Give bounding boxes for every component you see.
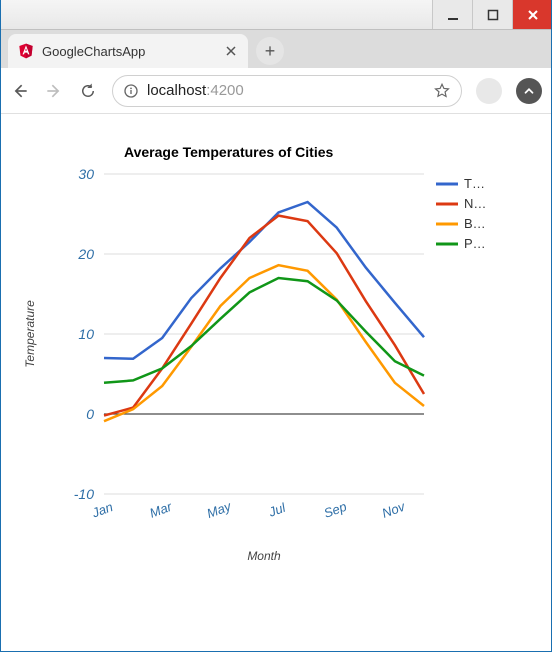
url-host: localhost [147, 82, 206, 99]
line-chart: -10 0 10 20 30 Jan Mar May Jul Sep Nov Month Tempera… [14, 164, 534, 574]
reload-icon [79, 82, 97, 100]
arrow-left-icon [10, 81, 30, 101]
svg-text:Sep: Sep [322, 499, 349, 521]
y-axis-label: Temperature [23, 300, 37, 368]
address-bar[interactable]: localhost:4200 [112, 75, 462, 107]
svg-text:Nov: Nov [380, 498, 408, 521]
svg-text:30: 30 [78, 166, 94, 182]
forward-button[interactable] [44, 81, 64, 101]
minimize-icon [446, 8, 460, 22]
svg-text:-10: -10 [74, 486, 94, 502]
site-info-icon[interactable] [123, 83, 139, 99]
url-text: localhost:4200 [147, 82, 425, 99]
svg-text:Mar: Mar [148, 499, 175, 521]
svg-text:Jan: Jan [89, 499, 115, 521]
close-button[interactable] [512, 0, 552, 29]
tab-title: GoogleChartsApp [42, 44, 216, 59]
page-content: Average Temperatures of Cities -10 0 10 20 3… [0, 114, 552, 652]
chevron-up-icon [522, 84, 536, 98]
legend-label: T… [464, 176, 485, 191]
legend-label: B… [464, 216, 486, 231]
svg-text:20: 20 [77, 246, 94, 262]
arrow-right-icon [44, 81, 64, 101]
new-tab-button[interactable]: + [256, 37, 284, 65]
series-line [104, 278, 424, 383]
browser-tab[interactable]: GoogleChartsApp [8, 34, 248, 68]
legend-label: N… [464, 196, 486, 211]
bookmark-star-icon[interactable] [433, 82, 451, 100]
url-port: :4200 [206, 82, 244, 99]
tab-close-icon[interactable] [224, 44, 238, 58]
svg-text:May: May [205, 498, 235, 521]
browser-toolbar: localhost:4200 [0, 68, 552, 114]
reload-button[interactable] [78, 81, 98, 101]
chart-container: Average Temperatures of Cities -10 0 10 20 3… [14, 144, 538, 574]
angular-icon [18, 43, 34, 59]
svg-text:0: 0 [86, 406, 94, 422]
profile-avatar-button[interactable] [476, 78, 502, 104]
series-line [104, 216, 424, 416]
svg-text:10: 10 [78, 326, 94, 342]
svg-text:Jul: Jul [266, 500, 289, 521]
back-button[interactable] [10, 81, 30, 101]
legend-label: P… [464, 236, 486, 251]
minimize-button[interactable] [432, 0, 472, 29]
maximize-button[interactable] [472, 0, 512, 29]
tab-strip: GoogleChartsApp + [0, 30, 552, 68]
chart-title: Average Temperatures of Cities [14, 144, 538, 160]
x-axis-label: Month [247, 549, 281, 563]
close-icon [526, 8, 540, 22]
maximize-icon [486, 8, 500, 22]
extension-button[interactable] [516, 78, 542, 104]
window-titlebar [0, 0, 552, 30]
